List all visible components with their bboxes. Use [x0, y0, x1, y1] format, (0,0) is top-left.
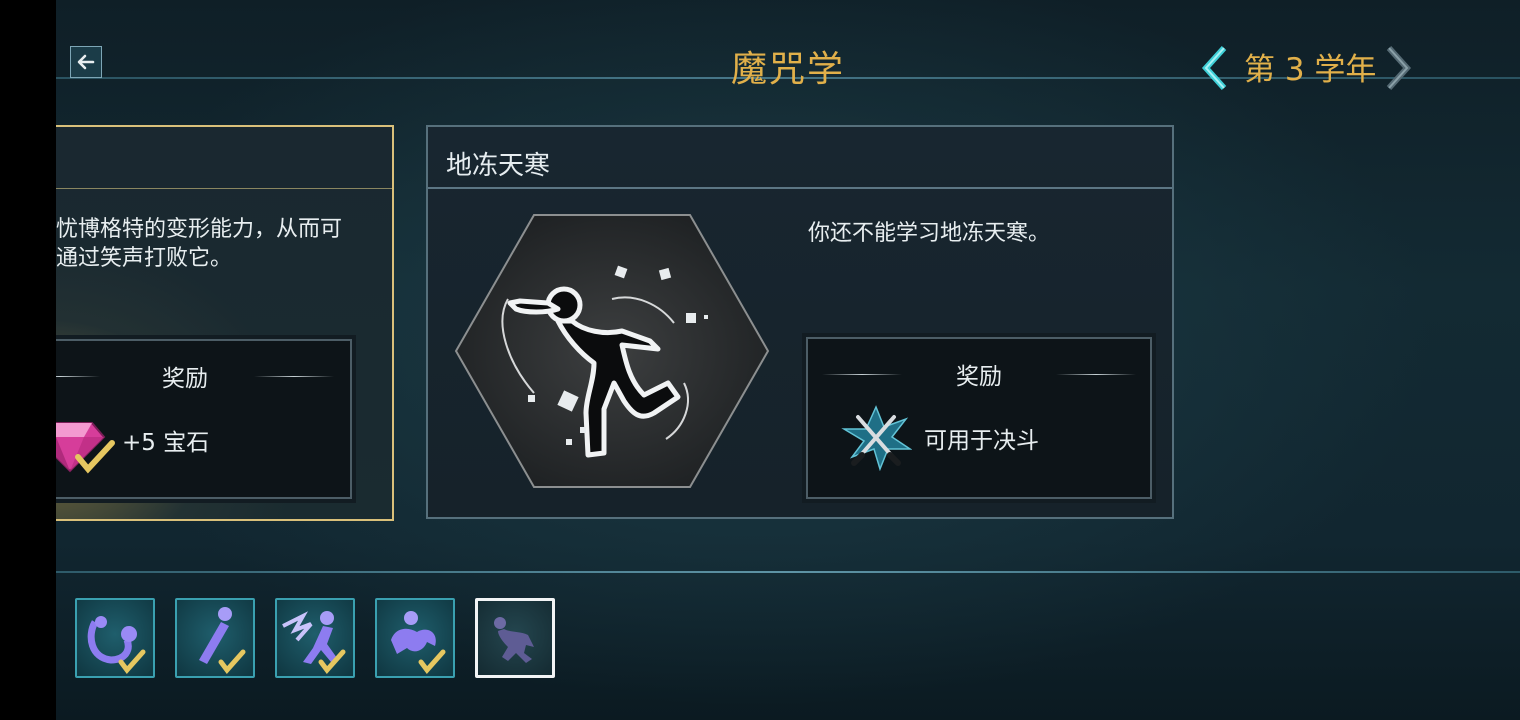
- reward-text: 可用于决斗: [924, 428, 1039, 454]
- spell-title: 地冻天寒: [446, 151, 551, 181]
- stiff-figure-spell-icon: [199, 607, 246, 674]
- spell-tab-2[interactable]: [175, 598, 255, 678]
- spell-card-previous[interactable]: 忧博格特的变形能力，从而可 通过笑声打败它。 奖励 +5 宝石: [56, 125, 394, 521]
- spell-tab-3[interactable]: [275, 598, 355, 678]
- riddikulus-spell-icon: [87, 616, 146, 674]
- reward-rule-right: [1056, 374, 1136, 375]
- school-year-label: 第 3 学年: [1244, 52, 1377, 88]
- lightning-figure-spell-icon: [282, 611, 346, 674]
- reward-text: +5 宝石: [122, 430, 210, 456]
- reward-rule-right: [254, 376, 334, 377]
- tumbling-figure-spell-icon: [391, 611, 446, 674]
- spell-card-current[interactable]: 地冻天寒 你还不能学习地冻天寒。 奖励 可用于决斗: [426, 125, 1174, 519]
- spell-screen: 魔咒学 第 3 学年 忧博格特的变形能力，从而可 通过笑声打败它。 奖励 +5 …: [56, 0, 1520, 720]
- reward-panel: 奖励 +5 宝石: [56, 339, 352, 499]
- gem-icon: [56, 422, 115, 474]
- card-title-divider: [56, 188, 392, 189]
- spell-tab-4[interactable]: [375, 598, 455, 678]
- crossed-wands-duel-icon: [841, 405, 912, 471]
- frozen-figure-spell-icon: [494, 617, 534, 663]
- spell-status-text: 你还不能学习地冻天寒。: [808, 221, 1051, 246]
- spell-tab-1[interactable]: [75, 598, 155, 678]
- card-title-divider: [428, 187, 1172, 189]
- frozen-figure-spell-icon: [454, 214, 770, 488]
- chevron-left-icon[interactable]: [1198, 44, 1234, 92]
- screen-left-edge: [0, 0, 56, 720]
- spell-tab-5[interactable]: [475, 598, 555, 678]
- chevron-right-icon[interactable]: [1379, 44, 1415, 92]
- reward-panel: 奖励 可用于决斗: [806, 337, 1152, 499]
- spell-bar-divider: [56, 571, 1520, 573]
- spell-description: 忧博格特的变形能力，从而可 通过笑声打败它。: [56, 217, 343, 271]
